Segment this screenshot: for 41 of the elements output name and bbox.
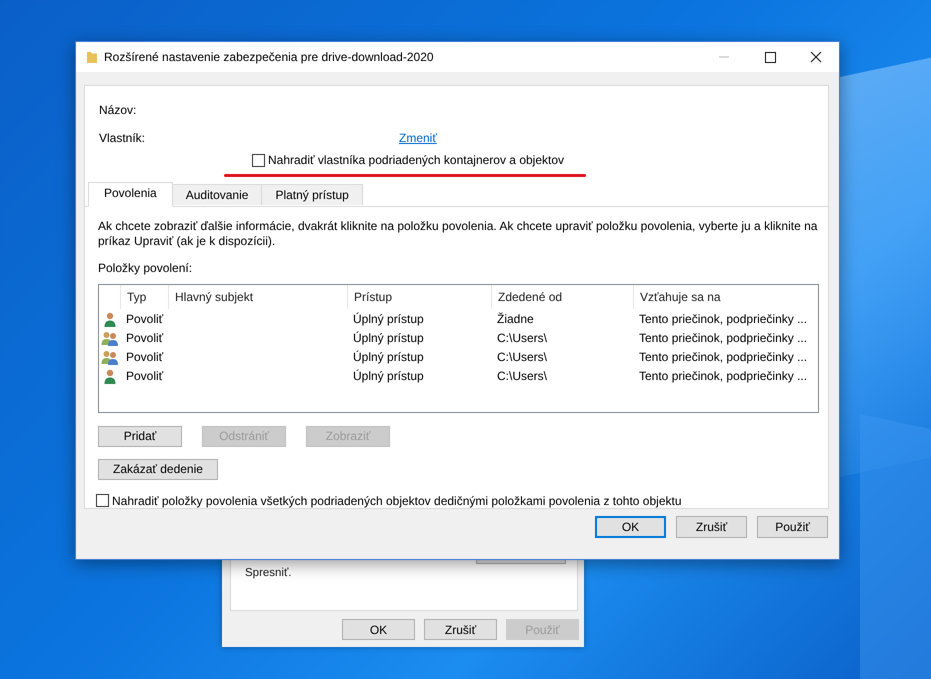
table-cell-text: C:\Users\ — [496, 368, 548, 384]
owner-label: Vlastník: — [98, 131, 146, 145]
table-cell-text: Tento priečinok, podpriečinky ... — [638, 368, 808, 384]
column-header[interactable]: Typ — [120, 284, 168, 308]
table-cell-text: Tento priečinok, podpriečinky ... — [638, 348, 808, 366]
table-cell-text: Úplný prístup — [352, 310, 425, 328]
dialog-button[interactable]: OK — [342, 619, 415, 640]
table-cell-text: C:\Users\ — [496, 330, 548, 346]
table-cell-text: Žiadne — [496, 310, 535, 328]
background-text: Spresniť. — [244, 566, 292, 580]
dialog-button[interactable]: Zrušiť — [676, 516, 747, 538]
dialog-button[interactable]: Zrušiť — [424, 619, 497, 640]
folder-icon — [86, 50, 98, 64]
column-header[interactable]: Vzťahuje sa na — [633, 284, 818, 308]
entries-label: Položky povolení: — [98, 260, 194, 274]
table-cell-text: Tento priečinok, podpriečinky ... — [638, 330, 808, 346]
entry-button[interactable]: Pridať — [98, 426, 182, 446]
table-cell-text: Povoliť — [125, 310, 164, 328]
window-title: Rozšírené nastavenie zabezpečenia pre drive-download-2020 — [104, 50, 434, 64]
dialog-button[interactable]: Použiť — [757, 516, 828, 538]
table-cell-text: Povoliť — [125, 330, 164, 346]
disable-inheritance-button[interactable]: Zakázať dedenie — [98, 458, 218, 480]
table-cell-text: Povoliť — [125, 368, 164, 384]
table-cell-text: Povoliť — [125, 348, 164, 366]
change-link[interactable]: Zmeniť — [399, 131, 437, 145]
dialog-button[interactable]: OK — [595, 516, 666, 538]
tab[interactable]: Povolenia — [88, 182, 173, 206]
column-header[interactable]: Prístup — [347, 284, 491, 308]
tab[interactable]: Auditovanie — [172, 184, 262, 204]
table-cell-text: Úplný prístup — [352, 348, 425, 366]
replace-owner-checkbox[interactable]: Nahradiť vlastníka podriadených kontajnerov a objektov — [252, 153, 564, 167]
name-label: Názov: — [98, 103, 138, 117]
table-cell-text: Úplný prístup — [352, 330, 425, 346]
info-text: Ak chcete zobraziť ďalšie informácie, dvakrát kliknite na položku povolenia. Ak chcete upraviť položku povolenia, vyberte ju a kliknite na príkaz Upraviť (ak je k dispozícii). — [98, 218, 818, 248]
column-header[interactable]: Zdedené od — [491, 284, 633, 308]
table-cell-text: C:\Users\ — [496, 348, 548, 366]
replace-entries-checkbox[interactable]: Nahradiť položky povolenia všetkých podriadených objektov dedičnými položkami povolenia z tohto objektu — [96, 494, 682, 508]
tab[interactable]: Platný prístup — [262, 184, 363, 204]
column-header[interactable]: Hlavný subjekt — [168, 284, 347, 308]
table-cell-text: Úplný prístup — [352, 368, 425, 384]
table-cell-text: Tento priečinok, podpriečinky ... — [638, 310, 808, 328]
